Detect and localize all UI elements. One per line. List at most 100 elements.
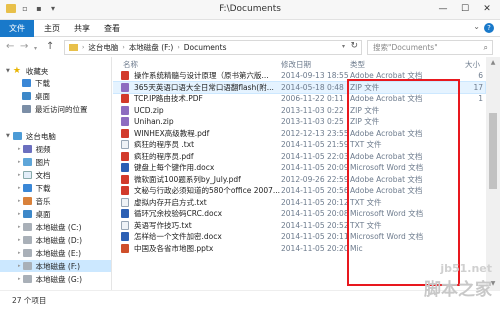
minimize-button[interactable]: — bbox=[432, 1, 454, 17]
table-row[interactable]: 365天英语口语大全日常口语翻flash(附... 2014-05-18 0:48… bbox=[113, 80, 486, 94]
table-row[interactable]: 英语写作技巧.txt 2014-11-05 20:52 TXT 文件 bbox=[113, 220, 485, 231]
nav-favorites[interactable]: ▼ ★ 收藏夹 bbox=[6, 65, 48, 77]
txt-file-icon bbox=[121, 140, 129, 149]
txt-file-icon bbox=[121, 197, 129, 207]
nav-favorite-desktop[interactable]: 桌面 bbox=[22, 90, 50, 102]
tab-home[interactable]: 主页 bbox=[36, 20, 68, 37]
file-date: 2014-11-05 20:09 bbox=[281, 163, 349, 172]
file-size: 6 bbox=[478, 71, 483, 80]
docx-file-icon bbox=[121, 209, 129, 218]
table-row[interactable]: TCP.IP路由技术.PDF 2006-11-22 0:11 Adobe Acrob… bbox=[113, 93, 485, 104]
nav-pc-videos[interactable]: ▸ 视频 bbox=[18, 143, 51, 155]
nav-drive-f[interactable]: ▸ 本地磁盘 (F:) bbox=[0, 260, 111, 272]
scroll-thumb[interactable] bbox=[489, 113, 497, 189]
nav-drive-g[interactable]: ▸ 本地磁盘 (G:) bbox=[18, 273, 82, 285]
hard-disk-icon bbox=[22, 223, 32, 231]
file-name: 365天英语口语大全日常口语翻flash(附... bbox=[134, 82, 274, 92]
table-row[interactable]: WINHEX高级教程.pdf 2012-12-13 23:55 Adobe Acro… bbox=[113, 128, 485, 139]
chevron-right-icon[interactable]: ▸ bbox=[18, 224, 21, 230]
recent-dropdown-icon[interactable]: ▾ bbox=[34, 43, 37, 55]
table-row[interactable]: 疯狂的程序员 .txt 2014-11-05 21:59 TXT 文件 bbox=[113, 139, 485, 150]
pdf-file-icon bbox=[121, 94, 129, 103]
chevron-right-icon[interactable]: ▸ bbox=[18, 237, 21, 243]
address-field[interactable]: › 这台电脑 › 本地磁盘 (F:) › Documents ▾ ↻ bbox=[64, 40, 362, 55]
forward-arrow-icon[interactable]: → bbox=[20, 41, 28, 53]
breadcrumb-documents[interactable]: Documents bbox=[184, 43, 227, 52]
close-button[interactable]: ✕ bbox=[476, 1, 498, 17]
nav-pc-documents[interactable]: ▸ 文档 bbox=[18, 169, 51, 181]
search-input[interactable]: 搜索"Documents" ⌕ bbox=[367, 40, 493, 55]
nav-label: 本地磁盘 (F:) bbox=[35, 261, 81, 271]
window-title: F:\Documents bbox=[219, 4, 281, 14]
help-icon[interactable]: ? bbox=[484, 23, 494, 33]
pdf-file-icon bbox=[121, 186, 129, 195]
file-date: 2014-09-13 18:55 bbox=[281, 71, 349, 80]
table-row[interactable]: 微软面试100题系列by_July.pdf 2012-09-26 22:59 Ado… bbox=[113, 174, 485, 185]
chevron-right-icon[interactable]: ▸ bbox=[18, 211, 21, 217]
nav-label: 音乐 bbox=[35, 196, 51, 206]
nav-label: 本地磁盘 (D:) bbox=[35, 235, 83, 245]
chevron-right-icon[interactable]: ▸ bbox=[18, 185, 21, 191]
up-arrow-icon[interactable]: ↑ bbox=[46, 41, 54, 53]
chevron-down-icon[interactable]: ▼ bbox=[6, 68, 10, 74]
column-header-type[interactable]: 类型 bbox=[350, 59, 365, 69]
column-header-size[interactable]: 大小 bbox=[465, 59, 480, 69]
watermark: jb51.net 脚本之家 bbox=[424, 262, 492, 300]
chevron-right-icon[interactable]: ▸ bbox=[18, 146, 21, 152]
nav-this-pc[interactable]: ▼ 这台电脑 bbox=[6, 130, 56, 142]
refresh-icon[interactable]: ↻ bbox=[350, 41, 358, 51]
file-type: Microsoft Word 文档 bbox=[350, 232, 424, 241]
table-row[interactable]: 怎样给一个文件加密.docx 2014-11-05 20:11 Microsoft … bbox=[113, 231, 485, 242]
column-header-name[interactable]: 名称 bbox=[123, 59, 138, 69]
chevron-right-icon[interactable]: ▸ bbox=[18, 250, 21, 256]
chevron-right-icon[interactable]: ▸ bbox=[18, 172, 21, 178]
vertical-scrollbar[interactable]: ▲ ▼ bbox=[486, 57, 500, 290]
pane-divider[interactable] bbox=[111, 57, 112, 290]
table-row[interactable]: 虚拟内存开启方式.txt 2014-11-05 20:12 TXT 文件 bbox=[113, 197, 485, 208]
file-size: 17 bbox=[473, 82, 483, 92]
table-row[interactable]: 操作系统精髓与设计原理（原书第六版... 2014-09-13 18:55 Adob… bbox=[113, 70, 485, 81]
chevron-down-icon[interactable]: ▾ bbox=[342, 43, 345, 50]
file-type: TXT 文件 bbox=[350, 220, 382, 230]
nav-pc-desktop[interactable]: ▸ 桌面 bbox=[18, 208, 51, 220]
table-row[interactable]: 键盘上每个键作用.docx 2014-11-05 20:09 Microsoft W… bbox=[113, 162, 485, 173]
file-date: 2012-09-26 22:59 bbox=[281, 174, 349, 184]
file-date: 2006-11-22 0:11 bbox=[281, 94, 344, 103]
table-row[interactable]: 疯狂的程序员.pdf 2014-11-05 22:03 Adobe Acrobat … bbox=[113, 151, 485, 162]
table-row[interactable]: 文秘与行政必须知道的580个office 2007... 2014-11-05 2… bbox=[113, 185, 485, 196]
scroll-up-icon[interactable]: ▲ bbox=[486, 57, 500, 69]
chevron-right-icon[interactable]: ▸ bbox=[18, 276, 21, 282]
table-row[interactable]: Unihan.zip 2013-11-03 0:25 ZIP 文件 bbox=[113, 116, 485, 127]
nav-pc-downloads[interactable]: ▸ 下载 bbox=[18, 182, 51, 194]
back-arrow-icon[interactable]: ← bbox=[6, 41, 14, 53]
nav-drive-e[interactable]: ▸ 本地磁盘 (E:) bbox=[18, 247, 81, 259]
tab-share[interactable]: 共享 bbox=[66, 20, 98, 37]
file-date: 2014-11-05 20:12 bbox=[281, 197, 349, 207]
column-header-date[interactable]: 修改日期 bbox=[281, 59, 311, 69]
chevron-right-icon[interactable]: ▸ bbox=[18, 263, 21, 269]
search-icon[interactable]: ⌕ bbox=[484, 41, 488, 54]
tab-file[interactable]: 文件 bbox=[0, 20, 34, 37]
chevron-right-icon[interactable]: ▸ bbox=[18, 198, 21, 204]
breadcrumb-pc[interactable]: 这台电脑 bbox=[88, 42, 118, 53]
nav-pc-music[interactable]: ▸ 音乐 bbox=[18, 195, 51, 207]
ribbon-tabs: 文件 主页 共享 查看 ⌄ ? bbox=[0, 20, 500, 37]
file-date: 2014-11-05 20:52 bbox=[281, 220, 349, 230]
zip-file-icon bbox=[121, 82, 129, 92]
nav-label: 下载 bbox=[35, 183, 51, 193]
chevron-right-icon[interactable]: ▸ bbox=[18, 159, 21, 165]
chevron-down-icon[interactable]: ▼ bbox=[6, 133, 10, 139]
nav-favorite-downloads[interactable]: 下载 bbox=[22, 77, 50, 89]
table-row[interactable]: 中国及各省市地图.pptx 2014-11-05 20:20 Mic bbox=[113, 243, 485, 254]
nav-pc-pictures[interactable]: ▸ 图片 bbox=[18, 156, 51, 168]
nav-drive-c[interactable]: ▸ 本地磁盘 (C:) bbox=[18, 221, 82, 233]
item-count: 27 个项目 bbox=[12, 296, 47, 305]
breadcrumb-drive[interactable]: 本地磁盘 (F:) bbox=[129, 42, 174, 53]
nav-drive-d[interactable]: ▸ 本地磁盘 (D:) bbox=[18, 234, 82, 246]
tab-view[interactable]: 查看 bbox=[96, 20, 128, 37]
table-row[interactable]: 循环冗余校验码CRC.docx 2014-11-05 20:08 Microsoft… bbox=[113, 208, 485, 219]
table-row[interactable]: UCD.zip 2013-11-03 0:22 ZIP 文件 bbox=[113, 105, 485, 116]
nav-favorite-recent[interactable]: 最近访问的位置 bbox=[22, 103, 88, 115]
expand-ribbon-icon[interactable]: ⌄ bbox=[473, 22, 480, 31]
maximize-button[interactable]: ☐ bbox=[454, 1, 476, 17]
